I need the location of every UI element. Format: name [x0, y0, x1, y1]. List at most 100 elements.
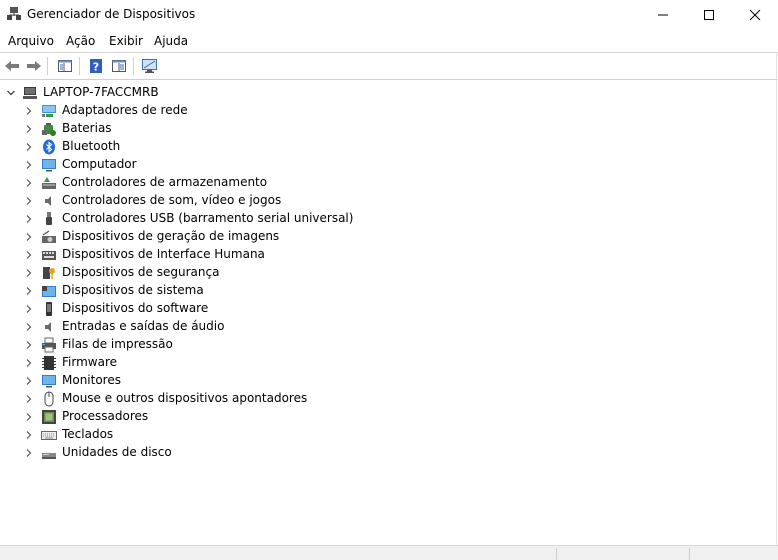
- tree-item-processadores[interactable]: Processadores: [0, 408, 778, 426]
- chevron-right-icon[interactable]: [24, 322, 34, 332]
- tree-item-firmware[interactable]: Firmware: [0, 354, 778, 372]
- monitor-scan-icon: [142, 59, 157, 73]
- menu-acao[interactable]: Ação: [66, 34, 95, 48]
- storage-controller-icon: [42, 177, 56, 189]
- tree-item-dispositivos-geracao-imagens[interactable]: Dispositivos de geração de imagens: [0, 228, 778, 246]
- close-button[interactable]: [732, 0, 778, 30]
- tree-item-baterias[interactable]: Baterias: [0, 120, 778, 138]
- chevron-right-icon[interactable]: [24, 232, 34, 242]
- tree-root-label: LAPTOP-7FACCMRB: [43, 85, 159, 99]
- chevron-right-icon[interactable]: [24, 394, 34, 404]
- chevron-down-icon[interactable]: [6, 88, 16, 98]
- window-title: Gerenciador de Dispositivos: [27, 7, 196, 21]
- computer-icon: [23, 87, 37, 99]
- tree-item-label: Monitores: [62, 373, 121, 387]
- chevron-right-icon[interactable]: [24, 196, 34, 206]
- chevron-right-icon[interactable]: [24, 214, 34, 224]
- chevron-right-icon[interactable]: [24, 124, 34, 134]
- forward-button[interactable]: [24, 56, 44, 76]
- tree-item-label: Computador: [62, 157, 137, 171]
- tree-item-dispositivos-seguranca[interactable]: Dispositivos de segurança: [0, 264, 778, 282]
- security-key-icon: [43, 267, 55, 279]
- back-button[interactable]: [2, 56, 22, 76]
- minimize-button[interactable]: [640, 0, 686, 30]
- audio-io-icon: [45, 322, 51, 332]
- tree-item-computador[interactable]: Computador: [0, 156, 778, 174]
- chevron-right-icon[interactable]: [24, 178, 34, 188]
- tree-item-label: Bluetooth: [62, 139, 121, 153]
- camera-icon: [42, 230, 56, 243]
- tree-item-controladores-som-video-jogos[interactable]: Controladores de som, vídeo e jogos: [0, 192, 778, 210]
- tree-item-label: Firmware: [62, 355, 117, 369]
- tree-item-label: Unidades de disco: [62, 445, 172, 459]
- speaker-icon: [45, 196, 51, 206]
- tree-item-label: Controladores de armazenamento: [62, 175, 268, 189]
- tree-item-dispositivos-sistema[interactable]: Dispositivos de sistema: [0, 282, 778, 300]
- disk-drive-icon: [42, 453, 56, 459]
- tree-item-label: Baterias: [62, 121, 112, 135]
- tree-item-dispositivos-interface-humana[interactable]: Dispositivos de Interface Humana: [0, 246, 778, 264]
- chevron-right-icon[interactable]: [24, 340, 34, 350]
- chevron-right-icon[interactable]: [24, 304, 34, 314]
- tree-item-label: Dispositivos de segurança: [62, 265, 220, 279]
- help-button[interactable]: ?: [86, 56, 106, 76]
- tree-item-dispositivos-software[interactable]: Dispositivos do software: [0, 300, 778, 318]
- window-right-edge: [776, 52, 777, 545]
- chevron-right-icon[interactable]: [24, 376, 34, 386]
- tree-item-label: Controladores USB (barramento serial uni…: [62, 211, 354, 225]
- tree-item-entradas-saidas-audio[interactable]: Entradas e saídas de áudio: [0, 318, 778, 336]
- scan-hardware-button[interactable]: [140, 56, 160, 76]
- tree-item-bluetooth[interactable]: Bluetooth: [0, 138, 778, 156]
- keyboard-icon: [41, 431, 57, 440]
- chevron-right-icon[interactable]: [24, 250, 34, 260]
- chevron-right-icon[interactable]: [24, 268, 34, 278]
- tree-root[interactable]: LAPTOP-7FACCMRB: [0, 84, 778, 102]
- chevron-right-icon[interactable]: [24, 286, 34, 296]
- tree-item-monitores[interactable]: Monitores: [0, 372, 778, 390]
- network-adapter-icon: [42, 105, 56, 117]
- arrow-left-icon: [5, 61, 19, 71]
- properties-icon: [112, 60, 126, 72]
- status-bar: [0, 545, 778, 560]
- tree-item-teclados[interactable]: Teclados: [0, 426, 778, 444]
- help-icon: ?: [90, 59, 102, 74]
- menu-exibir[interactable]: Exibir: [109, 34, 143, 48]
- software-device-icon: [46, 302, 52, 316]
- tree-item-label: Dispositivos do software: [62, 301, 209, 315]
- arrow-right-icon: [27, 61, 41, 71]
- chevron-right-icon[interactable]: [24, 106, 34, 116]
- menu-arquivo[interactable]: Arquivo: [8, 34, 54, 48]
- tree-item-controladores-armazenamento[interactable]: Controladores de armazenamento: [0, 174, 778, 192]
- menu-ajuda[interactable]: Ajuda: [154, 34, 188, 48]
- chevron-right-icon[interactable]: [24, 412, 34, 422]
- chevron-right-icon[interactable]: [24, 358, 34, 368]
- tree-item-mouse[interactable]: Mouse e outros dispositivos apontadores: [0, 390, 778, 408]
- tree-item-adaptadores-de-rede[interactable]: Adaptadores de rede: [0, 102, 778, 120]
- menu-bar: Arquivo Ação Exibir Ajuda: [0, 30, 778, 53]
- tree-item-filas-impressao[interactable]: Filas de impressão: [0, 336, 778, 354]
- toolbar: ?: [0, 53, 778, 80]
- tree-item-controladores-usb[interactable]: Controladores USB (barramento serial uni…: [0, 210, 778, 228]
- tree-item-label: Processadores: [62, 409, 149, 423]
- computer-monitor-icon: [42, 159, 56, 172]
- tree-item-label: Filas de impressão: [62, 337, 173, 351]
- monitor-icon: [42, 375, 56, 388]
- show-hide-console-tree-button[interactable]: [55, 56, 75, 76]
- properties-view-button[interactable]: [109, 56, 129, 76]
- tree-item-label: Dispositivos de geração de imagens: [62, 229, 280, 243]
- hid-icon: [42, 251, 56, 260]
- mouse-icon: [44, 391, 54, 407]
- console-tree-icon: [58, 60, 72, 72]
- chevron-right-icon[interactable]: [24, 160, 34, 170]
- tree-item-label: Dispositivos de sistema: [62, 283, 204, 297]
- tree-item-unidades-disco[interactable]: Unidades de disco: [0, 444, 778, 462]
- battery-icon: [42, 123, 56, 136]
- device-tree: LAPTOP-7FACCMRB Adaptadores de rede Bate…: [0, 80, 778, 545]
- processor-icon: [42, 410, 56, 424]
- maximize-button[interactable]: [686, 0, 732, 30]
- close-icon: [749, 9, 761, 21]
- chevron-right-icon[interactable]: [24, 142, 34, 152]
- chevron-right-icon[interactable]: [24, 430, 34, 440]
- chevron-right-icon[interactable]: [24, 448, 34, 458]
- tree-item-label: Controladores de som, vídeo e jogos: [62, 193, 282, 207]
